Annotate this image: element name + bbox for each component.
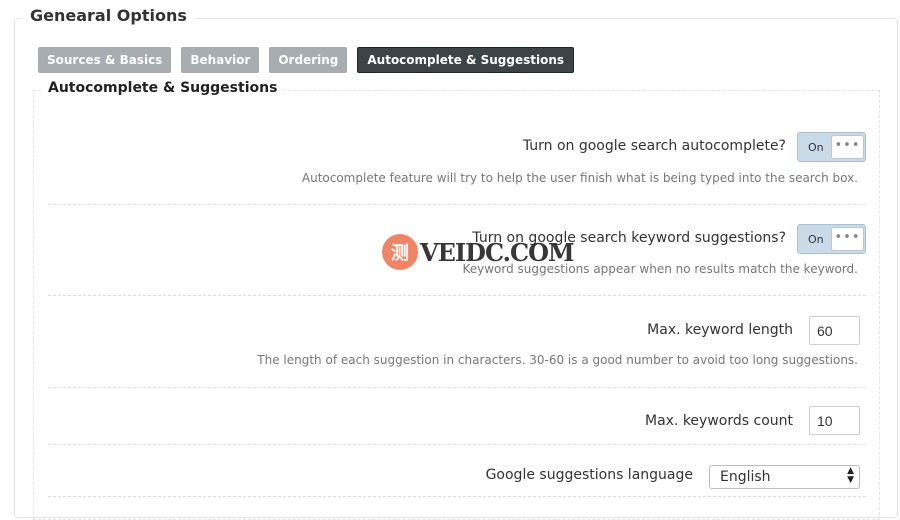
- max-keyword-length-description: The length of each suggestion in charact…: [257, 353, 858, 367]
- suggestions-language-select[interactable]: English ▲ ▼: [709, 465, 860, 489]
- option-row-max-keyword-length: Max. keyword length The length of each s…: [48, 296, 866, 388]
- toggle-state-label: On: [808, 141, 824, 154]
- keyword-suggestions-toggle[interactable]: On •••: [797, 224, 866, 254]
- max-keywords-count-input[interactable]: [809, 406, 860, 435]
- dots-icon: •••: [831, 227, 864, 251]
- autocomplete-toggle[interactable]: On •••: [797, 132, 866, 162]
- max-keyword-length-input[interactable]: [809, 316, 860, 345]
- tab-autocomplete-suggestions[interactable]: Autocomplete & Suggestions: [357, 47, 575, 73]
- watermark: 测 VEIDC.COM: [382, 233, 575, 271]
- max-keyword-length-label: Max. keyword length: [647, 322, 793, 338]
- watermark-text: VEIDC.COM: [420, 237, 575, 267]
- tab-behavior[interactable]: Behavior: [181, 47, 260, 73]
- tab-ordering[interactable]: Ordering: [269, 47, 348, 73]
- autocomplete-description: Autocomplete feature will try to help th…: [301, 171, 858, 185]
- toggle-state-label: On: [808, 233, 824, 246]
- suggestions-language-label: Google suggestions language: [485, 467, 693, 483]
- watermark-logo-icon: 测: [382, 234, 418, 270]
- autocomplete-label: Turn on google search autocomplete?: [522, 138, 786, 154]
- option-row-max-keywords-count: Max. keywords count: [48, 388, 866, 445]
- select-value: English: [720, 469, 771, 485]
- max-keywords-count-label: Max. keywords count: [644, 413, 793, 429]
- tab-bar: Sources & Basics Behavior Ordering Autoc…: [38, 47, 575, 73]
- updown-arrow-icon: ▲ ▼: [847, 466, 854, 485]
- option-row-suggestions-language: Google suggestions language English ▲ ▼: [48, 445, 866, 497]
- dots-icon: •••: [831, 135, 864, 159]
- option-row-autocomplete: Turn on google search autocomplete? On •…: [48, 115, 866, 205]
- panel-title: Autocomplete & Suggestions: [42, 80, 284, 96]
- tab-sources-basics[interactable]: Sources & Basics: [38, 47, 172, 73]
- page-title: Genearal Options: [22, 6, 195, 25]
